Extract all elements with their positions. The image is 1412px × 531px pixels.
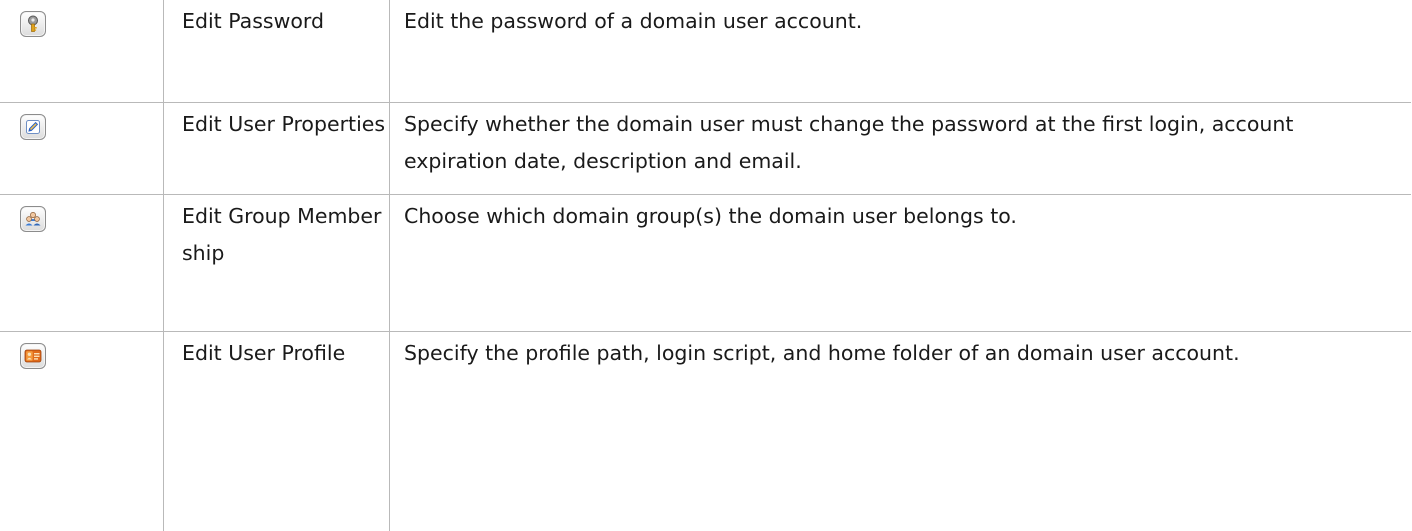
table-row: Edit User Properties Specify whether the… xyxy=(0,101,1411,195)
table-row: Edit Group Membership Choose which domai… xyxy=(0,193,1411,332)
action-description: Specify whether the domain user must cha… xyxy=(404,111,1294,173)
icon-cell xyxy=(0,193,164,332)
group-icon xyxy=(25,211,41,225)
edit-user-properties-button[interactable] xyxy=(20,113,46,140)
action-description-cell: Choose which domain group(s) the domain … xyxy=(389,193,1411,332)
table-row: Edit User Profile Specify the profile pa… xyxy=(0,330,1411,531)
edit-group-membership-button[interactable] xyxy=(20,205,46,232)
action-name-cell: Edit User Properties xyxy=(163,101,390,195)
action-name: Edit User Profile xyxy=(182,340,346,365)
action-description: Edit the password of a domain user accou… xyxy=(404,9,863,33)
action-description: Specify the profile path, login script, … xyxy=(404,340,1240,365)
icon-cell xyxy=(0,0,164,103)
action-name-cell: Edit User Profile xyxy=(163,330,390,531)
edit-password-button[interactable] xyxy=(20,11,46,37)
action-description-cell: Edit the password of a domain user accou… xyxy=(389,0,1411,103)
user-profile-icon xyxy=(24,349,42,362)
action-name: Edit Group Membership xyxy=(182,203,382,265)
action-description: Choose which domain group(s) the domain … xyxy=(404,203,1017,228)
icon-cell xyxy=(0,101,164,195)
icon-cell xyxy=(0,330,164,531)
edit-pencil-icon xyxy=(26,119,40,134)
table-row: Edit Password Edit the password of a dom… xyxy=(0,0,1411,103)
key-icon xyxy=(28,15,38,32)
action-name-cell: Edit Group Membership xyxy=(163,193,390,332)
edit-user-profile-button[interactable] xyxy=(20,342,46,369)
action-description-cell: Specify whether the domain user must cha… xyxy=(389,101,1411,195)
action-name: Edit Password xyxy=(182,9,324,33)
user-actions-table: Edit Password Edit the password of a dom… xyxy=(0,0,1411,531)
action-name-cell: Edit Password xyxy=(163,0,390,103)
action-description-cell: Specify the profile path, login script, … xyxy=(389,330,1411,531)
action-name: Edit User Properties xyxy=(182,111,386,136)
